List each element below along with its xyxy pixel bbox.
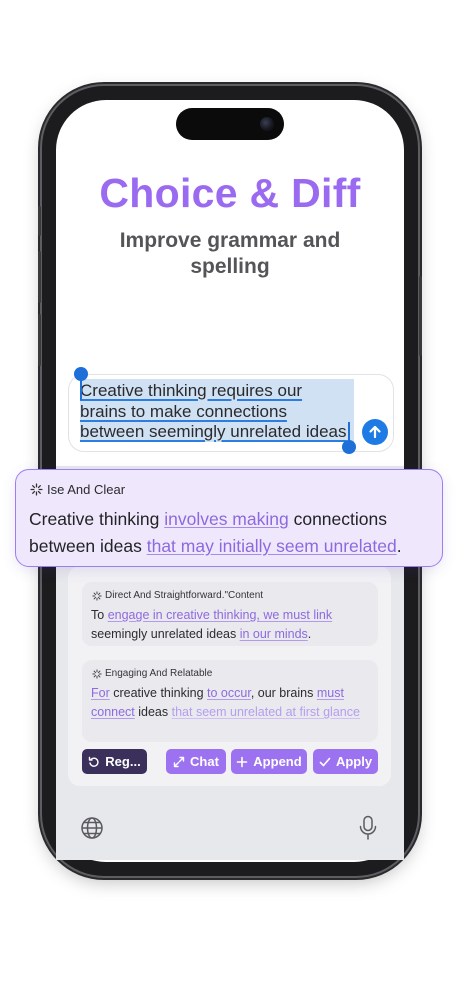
unchanged-text: seemingly unrelated ideas — [91, 627, 240, 641]
sparkle-icon — [92, 590, 102, 601]
checkmark-icon — [319, 757, 331, 766]
changed-text: involves making — [164, 509, 289, 529]
sparkle-icon — [30, 483, 43, 496]
regenerate-label: Reg... — [105, 754, 141, 769]
page-subtitle: Improve grammar and spelling — [119, 229, 341, 278]
changed-text: that may initially seem unrelated — [146, 536, 397, 556]
suggestion-label: Direct And Straightforward."Content — [105, 590, 264, 601]
apply-button[interactable]: Apply — [313, 749, 378, 774]
suggestion-option-2[interactable]: Engaging And Relatable For creative thin… — [82, 660, 378, 742]
chat-button[interactable]: Chat — [166, 749, 226, 774]
selection-start-bar — [80, 378, 82, 400]
unchanged-text: , our brains — [250, 686, 317, 700]
changed-text: For — [91, 686, 110, 700]
expand-icon — [173, 756, 185, 767]
unchanged-text: To — [91, 608, 108, 622]
volume-up-button — [38, 251, 41, 303]
send-button[interactable] — [362, 419, 388, 445]
page-title: Choice & Diff — [99, 170, 361, 216]
changed-text: to occur — [207, 686, 251, 700]
volume-down-button — [38, 314, 41, 366]
camera-icon — [260, 117, 274, 131]
unchanged-text: . — [396, 536, 402, 556]
selection-start-handle[interactable] — [74, 367, 88, 381]
plus-icon — [236, 756, 248, 767]
changed-text: engage in creative thinking, we must lin… — [107, 608, 333, 622]
selection-end-handle[interactable] — [342, 440, 356, 454]
dynamic-island — [176, 108, 284, 140]
suggestion-text: For creative thinking to occur, our brai… — [91, 684, 369, 722]
chat-label: Chat — [190, 754, 219, 769]
suggestion-label: Engaging And Relatable — [105, 668, 213, 679]
input-line-1: Creative thinking requires our — [80, 381, 303, 400]
unchanged-text: . — [307, 627, 312, 641]
input-line-3: between seemingly unrelated ideas — [80, 422, 347, 441]
arrow-up-icon — [369, 425, 381, 439]
apply-label: Apply — [335, 754, 373, 769]
suggestion-popup[interactable]: Ise And Clear Creative thinking involves… — [15, 469, 443, 567]
text-input[interactable]: Creative thinking requires our brains to… — [80, 381, 370, 443]
popup-text: Creative thinking involves making connec… — [29, 506, 434, 560]
power-button — [419, 276, 422, 356]
regenerate-button[interactable]: Reg... — [82, 749, 147, 774]
append-label: Append — [253, 754, 302, 769]
globe-icon[interactable] — [80, 816, 104, 840]
sparkle-icon — [92, 668, 102, 679]
input-line-2: brains to make connections — [80, 401, 287, 421]
suggestion-option-1[interactable]: Direct And Straightforward."Content To e… — [82, 582, 378, 646]
unchanged-text: Creative thinking — [29, 509, 165, 529]
unchanged-text: ideas — [134, 705, 172, 719]
suggestion-text: To engage in creative thinking, we must … — [91, 606, 369, 644]
refresh-icon — [89, 756, 99, 767]
append-button[interactable]: Append — [231, 749, 307, 774]
unchanged-text: creative thinking — [109, 686, 208, 700]
microphone-icon[interactable] — [359, 815, 377, 841]
changed-text: that seem unrelated at first glance — [171, 705, 360, 719]
popup-label: Ise And Clear — [47, 482, 126, 497]
changed-text: in our minds — [239, 627, 308, 641]
